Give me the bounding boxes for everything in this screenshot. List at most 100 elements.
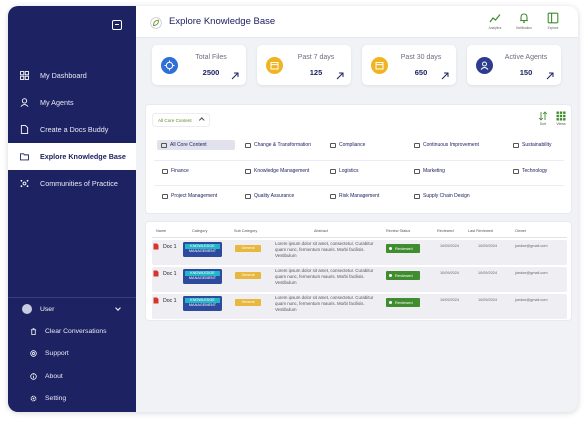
stat-label: Total Files: [195, 54, 227, 61]
category-icon: [414, 193, 420, 199]
category-chip-change-transformation[interactable]: Change & Transformation: [241, 140, 311, 150]
owner-email[interactable]: joedoe@gmail.com: [515, 271, 548, 275]
category-badge: KNOWLEDGE MANAGEMENT: [183, 242, 222, 257]
sidebar-item-label: My Dashboard: [40, 71, 87, 80]
collapse-sidebar-icon[interactable]: [112, 20, 122, 30]
notification-label: Notification: [516, 26, 532, 30]
category-icon: [330, 142, 336, 148]
analytics-label: Analytics: [488, 26, 502, 30]
category-chip-knowledge-management[interactable]: Knowledge Management: [241, 166, 309, 176]
category-chip-project-management[interactable]: Project Management: [158, 191, 217, 201]
arrow-up-right-icon: [336, 72, 344, 80]
sort-button[interactable]: Sort: [537, 111, 549, 129]
stat-card-active-agents[interactable]: Active Agents 150: [467, 45, 561, 85]
status-dot-icon: [389, 274, 392, 277]
category-filter-panel: All Core Content Sort Views All Core Con…: [145, 104, 572, 214]
category-chip-technology[interactable]: Technology: [509, 166, 547, 176]
doc-name: Doc 1: [163, 271, 177, 277]
arrow-up-right-icon: [441, 72, 449, 80]
panel-icon: [547, 12, 559, 24]
category-icon: [414, 142, 420, 148]
explore-label: Explore: [547, 26, 559, 30]
column-header: Abstract: [314, 229, 328, 233]
stat-card-past-7-days[interactable]: Past 7 days 125: [257, 45, 351, 85]
last-reviewed-date: 10/09/2024: [478, 271, 498, 275]
about-button[interactable]: About: [8, 365, 136, 388]
category-badge-line2: MANAGEMENT: [188, 276, 217, 281]
setting-label: Setting: [45, 395, 67, 403]
category-chip-supply-chain-design[interactable]: Supply Chain Design: [410, 191, 470, 201]
category-label: Sustainability: [522, 142, 552, 148]
status-label: Reviewed: [395, 300, 413, 305]
category-chip-quality-assurance[interactable]: Quality Assurance: [241, 191, 294, 201]
setting-button[interactable]: Setting: [8, 388, 136, 411]
table-row[interactable]: Doc 1 KNOWLEDGE MANAGEMENT General Lorem …: [152, 294, 567, 320]
column-header: Name: [156, 229, 167, 233]
app-window: My Dashboard My Agents Create a Docs Bud…: [8, 6, 578, 412]
sidebar-item-dashboard[interactable]: My Dashboard: [8, 62, 136, 89]
stat-card-past-30-days[interactable]: Past 30 days 650: [362, 45, 456, 85]
info-icon: [30, 373, 37, 380]
documents-table: Name Category Sub Category Abstract Revi…: [145, 221, 572, 321]
doc-name: Doc 1: [163, 244, 177, 250]
table-row[interactable]: Doc 1 KNOWLEDGE MANAGEMENT General Lorem …: [152, 240, 567, 266]
bell-icon: [520, 13, 528, 24]
column-header: Review Status: [386, 229, 411, 233]
chevron-down-icon: [115, 305, 121, 311]
category-badge: KNOWLEDGE MANAGEMENT: [183, 269, 222, 284]
arrow-up-right-icon: [546, 72, 554, 80]
category-chip-logistics[interactable]: Logistics: [326, 166, 358, 176]
document-icon: [20, 125, 29, 134]
content-filter-dropdown[interactable]: All Core Content: [152, 113, 210, 127]
table-row[interactable]: Doc 1 KNOWLEDGE MANAGEMENT General Lorem …: [152, 267, 567, 293]
category-icon: [245, 142, 251, 148]
sidebar-item-agents[interactable]: My Agents: [8, 89, 136, 116]
pdf-file-icon: [153, 270, 159, 277]
status-dot-icon: [389, 301, 392, 304]
category-chip-risk-management[interactable]: Risk Management: [326, 191, 379, 201]
category-chip-continuous-improvement[interactable]: Continuous Improvement: [410, 140, 479, 150]
status-badge: Reviewed: [386, 271, 420, 280]
arrow-up-right-icon: [231, 72, 239, 80]
status-badge: Reviewed: [386, 298, 420, 307]
category-chip-finance[interactable]: Finance: [158, 166, 189, 176]
reviewed-date: 10/09/2024: [440, 244, 460, 248]
category-label: Change & Transformation: [254, 142, 311, 148]
category-label: Supply Chain Design: [423, 193, 470, 199]
trash-icon: [30, 328, 37, 335]
sidebar-item-docs-buddy[interactable]: Create a Docs Buddy: [8, 116, 136, 143]
status-badge: Reviewed: [386, 244, 420, 253]
category-label: Continuous Improvement: [423, 142, 479, 148]
support-button[interactable]: Support: [8, 343, 136, 366]
views-button[interactable]: Views: [555, 111, 567, 129]
category-label: Project Management: [171, 193, 218, 199]
reviewed-date: 10/09/2024: [440, 298, 460, 302]
explore-button[interactable]: Explore: [540, 11, 566, 33]
sidebar-item-communities[interactable]: Communities of Practice: [8, 170, 136, 197]
category-chip-compliance[interactable]: Compliance: [326, 140, 365, 150]
category-badge-line2: MANAGEMENT: [188, 303, 217, 308]
stat-card-total-files[interactable]: Total Files 2500: [152, 45, 246, 85]
abstract-text: Lorem ipsum dolor sit amet, consectetur.…: [275, 295, 374, 312]
category-label: Knowledge Management: [254, 168, 310, 174]
header-divider: [152, 237, 567, 238]
status-dot-icon: [389, 247, 392, 250]
sidebar-footer: User Clear Conversations Support About S…: [8, 297, 136, 410]
category-icon: [330, 193, 336, 199]
status-label: Reviewed: [395, 273, 413, 278]
user-menu[interactable]: User: [8, 298, 136, 320]
category-chip-all-core-content[interactable]: All Core Content: [157, 140, 235, 150]
clear-conversations-button[interactable]: Clear Conversations: [8, 320, 136, 343]
files-icon: [161, 57, 178, 74]
notification-button[interactable]: Notification: [511, 11, 537, 33]
about-label: About: [45, 372, 63, 380]
owner-email[interactable]: joedoe@gmail.com: [515, 298, 548, 302]
category-chip-marketing[interactable]: Marketing: [410, 166, 445, 176]
owner-email[interactable]: joedoe@gmail.com: [515, 244, 548, 248]
column-header: Last Reviewed: [468, 229, 493, 233]
category-chip-sustainability[interactable]: Sustainability: [509, 140, 551, 150]
category-label: Finance: [171, 168, 189, 174]
analytics-button[interactable]: Analytics: [482, 11, 508, 33]
reviewed-date: 10/09/2024: [440, 271, 460, 275]
sidebar-item-knowledge-base[interactable]: Explore Knowledge Base: [8, 143, 136, 170]
